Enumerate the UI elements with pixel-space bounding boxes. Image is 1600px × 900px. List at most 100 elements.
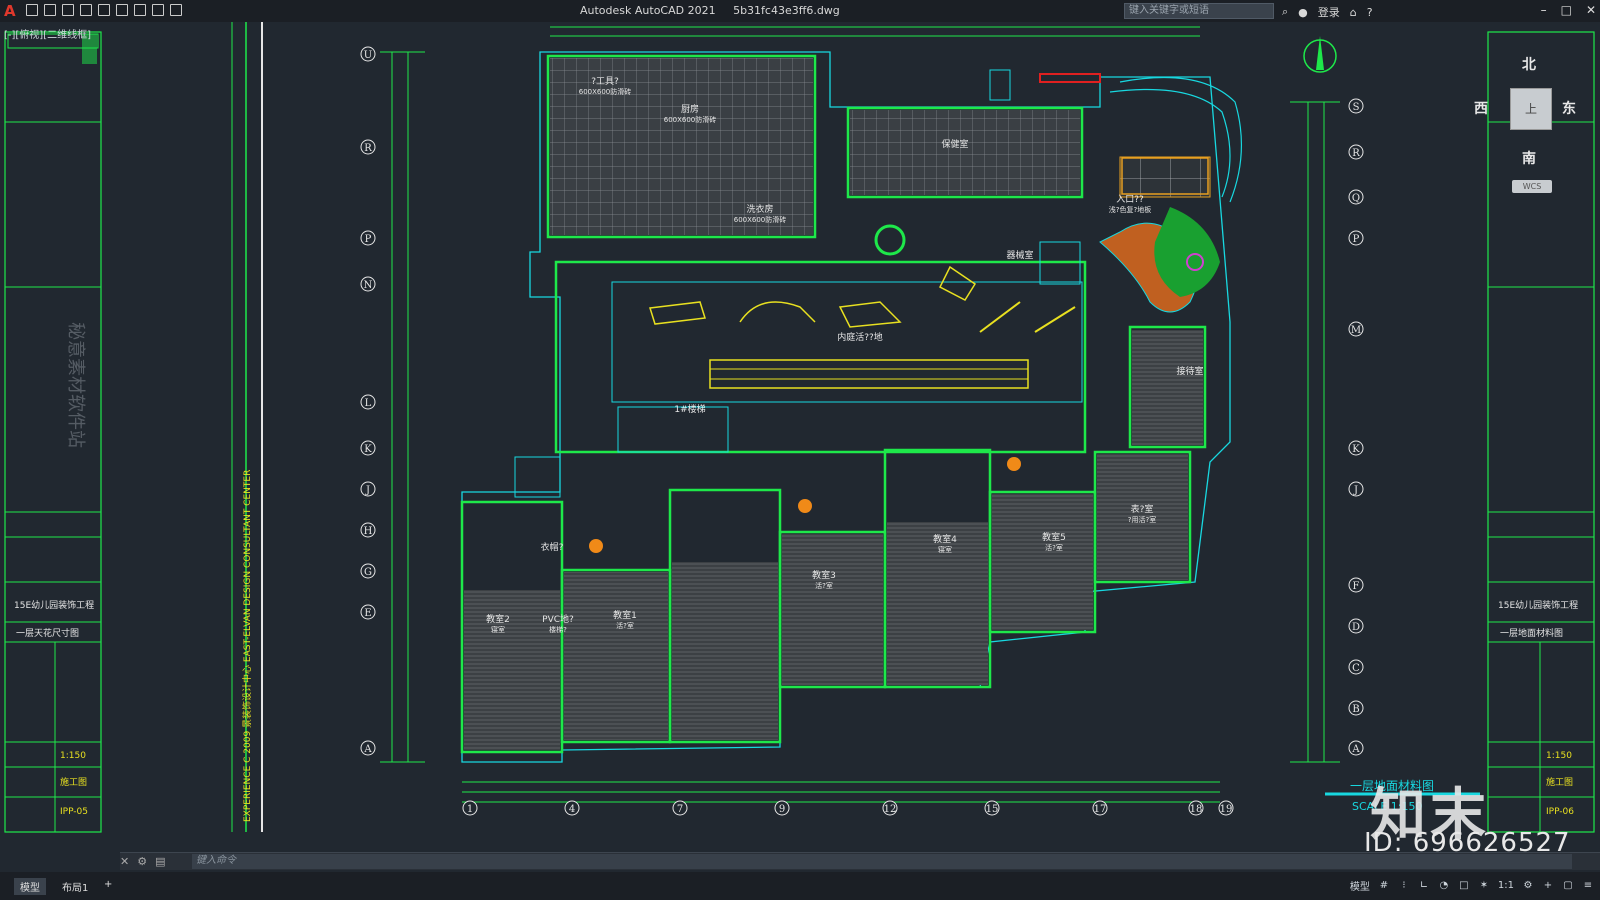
snap-icon[interactable]: ⁝ (1398, 880, 1410, 891)
annotation-icon[interactable]: ✶ (1478, 880, 1490, 891)
customize-icon[interactable]: ⚙ (137, 855, 147, 868)
undo-icon[interactable] (152, 4, 164, 16)
room-label: 1#楼梯 (674, 403, 705, 415)
left-project-name: 15E幼儿园装饰工程 (14, 599, 94, 611)
svg-text:17: 17 (1094, 804, 1107, 815)
search-input[interactable]: 键入关键字或短语 (1124, 3, 1274, 19)
right-dimension-lines (1290, 101, 1340, 763)
open-file-icon[interactable] (44, 4, 56, 16)
command-input[interactable]: 键入命令 (192, 854, 1572, 869)
room-sub: 活?室 (815, 581, 833, 590)
grid-bubble-right: D (1348, 618, 1364, 634)
plus-icon[interactable]: + (1542, 880, 1554, 891)
grid-bubble-right: M (1348, 321, 1364, 337)
left-scale: 1:150 (60, 751, 86, 761)
grid-bubble-right: S (1348, 98, 1364, 114)
room-sub: 600X600防滑砖 (734, 215, 787, 224)
grid-bubble-right: J (1348, 481, 1364, 497)
sign-in-link[interactable]: 登录 (1318, 4, 1340, 20)
room-sub: 寝室 (938, 545, 952, 554)
grid-bubble-left: R (360, 139, 376, 155)
viewport-label[interactable]: [-][俯视][二维线框] (4, 26, 91, 41)
close-command-icon[interactable]: ✕ (120, 855, 129, 868)
room-name: 入口?? (1116, 194, 1144, 205)
room-name: 教室5 (1042, 531, 1066, 543)
status-bar: 模型 布局1 + 模型 # ⁝ ∟ ◔ □ ✶ 1:1 ⚙ + ▢ ≡ (0, 872, 1600, 900)
grid-bubble-left: L (360, 394, 376, 410)
save-icon[interactable] (62, 4, 74, 16)
viewcube-top-face[interactable]: 上 (1510, 88, 1552, 130)
svg-text:S: S (1353, 102, 1360, 113)
grid-bubble-left: U (360, 46, 376, 62)
viewcube-west[interactable]: 西 (1474, 98, 1488, 118)
wcs-menu[interactable]: WCS (1512, 180, 1552, 193)
room-label: 衣帽? (541, 541, 564, 553)
classroom1b-floor (564, 572, 668, 740)
svg-text:Q: Q (1352, 193, 1360, 204)
grid-bubble-bottom: 18 (1188, 800, 1204, 816)
room-sub: 活?室 (616, 621, 634, 630)
svg-text:K: K (1352, 444, 1360, 455)
viewcube[interactable]: 北 西 东 上 南 WCS (1474, 57, 1600, 200)
svg-text:15: 15 (986, 804, 999, 815)
help-icon[interactable]: ? (1367, 6, 1373, 19)
viewcube-south[interactable]: 南 (1522, 148, 1536, 168)
drawing-canvas[interactable]: 15E幼儿园装饰工程 一层天花尺寸图 1:150 施工图 IPP-05 秘意素材… (0, 22, 1600, 850)
viewcube-north[interactable]: 北 (1522, 54, 1536, 74)
svg-text:1: 1 (467, 804, 473, 815)
app-title: Autodesk AutoCAD 2021 (580, 4, 716, 17)
cart-icon[interactable]: ⌂ (1350, 6, 1357, 19)
menu-icon[interactable]: ≡ (1582, 880, 1594, 891)
plot-icon[interactable] (116, 4, 128, 16)
right-stage: 施工图 (1546, 776, 1573, 788)
osnap-icon[interactable]: □ (1458, 880, 1470, 891)
user-icon[interactable]: ● (1298, 6, 1308, 19)
model-space-button[interactable]: 模型 (1350, 878, 1370, 893)
svg-text:R: R (1352, 148, 1360, 159)
save-as-icon[interactable] (80, 4, 92, 16)
room-sub: 600X600防滑砖 (579, 87, 632, 96)
maximize-icon[interactable]: □ (1561, 3, 1572, 17)
right-sheet-name: 一层地面材料图 (1500, 627, 1563, 639)
viewcube-east[interactable]: 东 (1562, 98, 1576, 118)
room-sub: 寝室 (491, 625, 505, 634)
right-project-name: 15E幼儿园装饰工程 (1498, 599, 1578, 611)
close-icon[interactable]: ✕ (1586, 3, 1596, 17)
svg-text:9: 9 (779, 804, 785, 815)
reception-floor (1132, 330, 1203, 445)
svg-text:A: A (1351, 744, 1360, 755)
room-name: 教室2 (486, 613, 510, 625)
grid-bubble-bottom: 1 (462, 800, 478, 816)
ortho-icon[interactable]: ∟ (1418, 880, 1430, 891)
tab-model[interactable]: 模型 (14, 878, 46, 895)
publish-icon[interactable] (98, 4, 110, 16)
file-name: 5b31fc43e3ff6.dwg (733, 4, 840, 17)
svg-text:R: R (364, 143, 372, 154)
grid-bubble-left: H (360, 522, 376, 538)
grid-icon[interactable]: # (1378, 880, 1390, 891)
new-file-icon[interactable] (26, 4, 38, 16)
autocad-logo-icon[interactable]: A (4, 2, 16, 20)
print-icon[interactable] (134, 4, 146, 16)
entrance-tile-floor (1119, 156, 1211, 198)
workspace-gear-icon[interactable]: ⚙ (1522, 880, 1534, 891)
svg-text:A: A (363, 744, 372, 755)
grid-bubble-right: P (1348, 230, 1364, 246)
add-layout-button[interactable]: + (98, 878, 118, 891)
command-line-icons: ✕ ⚙ ▤ (120, 855, 166, 868)
tab-layout1[interactable]: 布局1 (56, 878, 94, 895)
room-name: 教室4 (933, 533, 957, 545)
svg-text:F: F (1353, 581, 1360, 592)
polar-icon[interactable]: ◔ (1438, 880, 1450, 891)
room-label: 器械室 (1006, 249, 1033, 261)
recent-commands-icon[interactable]: ▤ (155, 855, 165, 868)
kitchen-floor (550, 58, 813, 235)
fullscreen-icon[interactable]: ▢ (1562, 880, 1574, 891)
room-label: 教室5活?室 (1042, 531, 1066, 552)
title-bar: A Autodesk AutoCAD 2021 5b31fc43e3ff6.dw… (0, 0, 1600, 22)
annotation-scale[interactable]: 1:1 (1498, 880, 1514, 891)
minimize-icon[interactable]: – (1541, 3, 1547, 17)
redo-icon[interactable] (170, 4, 182, 16)
search-icon[interactable]: ⌕ (1282, 5, 1288, 19)
svg-text:L: L (365, 398, 372, 409)
